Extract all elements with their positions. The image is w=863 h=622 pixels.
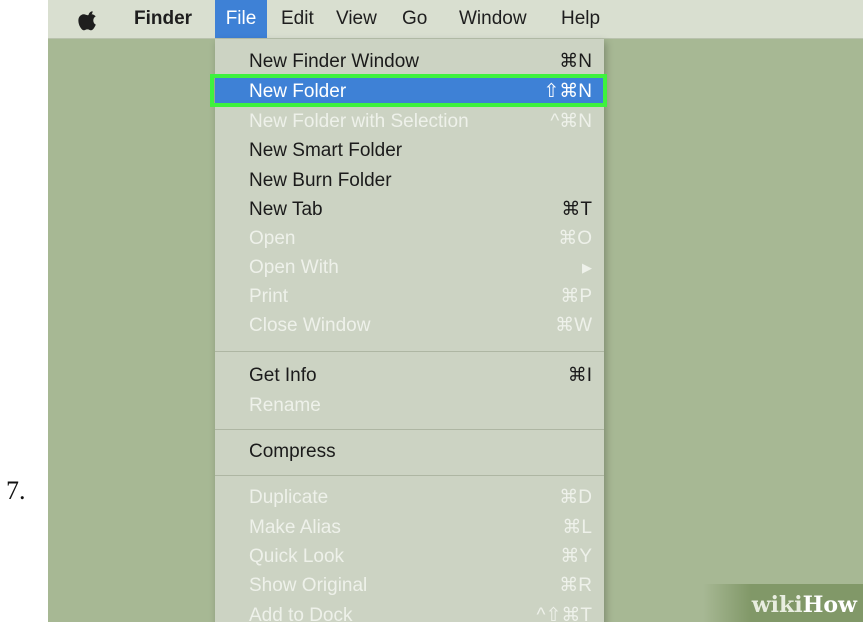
menu-item-label: Close Window — [249, 315, 371, 336]
menu-item-shortcut: ⌘N — [559, 51, 592, 72]
menu-item-duplicate: Duplicate ⌘D — [215, 483, 604, 512]
menu-item-label: New Burn Folder — [249, 170, 392, 191]
menu-item-open-with: Open With ▶ — [215, 253, 604, 282]
menu-item-new-folder-with-selection: New Folder with Selection ^⌘N — [215, 107, 604, 136]
menu-separator — [215, 429, 604, 430]
menu-item-label: New Tab — [249, 199, 323, 220]
menu-item-label: Quick Look — [249, 546, 345, 567]
apple-logo-icon[interactable] — [78, 0, 100, 38]
menu-item-label: Compress — [249, 441, 336, 462]
menu-item-new-folder[interactable]: New Folder ⇧⌘N — [210, 74, 607, 107]
menu-item-shortcut: ⌘P — [560, 286, 592, 307]
menu-item-new-burn-folder[interactable]: New Burn Folder — [215, 166, 604, 195]
menu-item-label: Show Original — [249, 575, 368, 596]
wikihow-watermark: wikiHow — [703, 584, 863, 622]
menu-item-label: New Smart Folder — [249, 140, 403, 161]
menu-item-label: New Finder Window — [249, 51, 419, 72]
watermark-wiki-text: wiki — [751, 592, 803, 618]
menu-bar: Finder File Edit View Go Window Help — [48, 0, 863, 39]
menu-item-label: Rename — [249, 395, 321, 416]
menu-item-print: Print ⌘P — [215, 282, 604, 311]
menu-item-label: Duplicate — [249, 487, 329, 508]
menu-item-shortcut: ⌘Y — [560, 546, 592, 567]
menu-item-shortcut: ^⌘N — [550, 111, 592, 132]
menu-item-label: Make Alias — [249, 517, 341, 538]
menu-item-shortcut: ⌘W — [555, 315, 592, 336]
menu-item-show-original: Show Original ⌘R — [215, 571, 604, 600]
menu-item-shortcut: ⌘I — [567, 365, 592, 386]
submenu-arrow-icon: ▶ — [582, 260, 592, 275]
menu-go[interactable]: Go — [402, 0, 427, 38]
menu-item-shortcut: ^⇧⌘T — [536, 605, 592, 622]
menu-item-make-alias: Make Alias ⌘L — [215, 513, 604, 542]
menu-item-label: Get Info — [249, 365, 317, 386]
file-menu-dropdown: New Finder Window ⌘N New Folder ⇧⌘N New … — [210, 39, 607, 622]
menu-item-shortcut: ⌘T — [561, 199, 592, 220]
menu-file[interactable]: File — [215, 0, 267, 38]
menu-item-compress[interactable]: Compress — [215, 437, 604, 466]
menu-item-close-window: Close Window ⌘W — [215, 311, 604, 340]
mac-desktop: Finder File Edit View Go Window Help New… — [48, 0, 863, 622]
menu-separator — [215, 475, 604, 476]
menu-item-open: Open ⌘O — [215, 224, 604, 253]
menu-item-label: Open With — [249, 257, 339, 278]
menu-help[interactable]: Help — [561, 0, 600, 38]
menu-item-rename: Rename — [215, 391, 604, 420]
menu-item-shortcut: ⌘D — [559, 487, 592, 508]
watermark-how-text: How — [802, 592, 857, 618]
menu-item-label: Print — [249, 286, 289, 307]
menu-item-shortcut: ⌘L — [562, 517, 592, 538]
menu-item-new-tab[interactable]: New Tab ⌘T — [215, 195, 604, 224]
highlight-callout-box — [210, 74, 607, 107]
menu-item-new-smart-folder[interactable]: New Smart Folder — [215, 136, 604, 165]
menu-window[interactable]: Window — [459, 0, 527, 38]
menu-item-shortcut: ⌘O — [558, 228, 592, 249]
menu-item-label: Open — [249, 228, 296, 249]
menu-view[interactable]: View — [336, 0, 377, 38]
menu-item-quick-look: Quick Look ⌘Y — [215, 542, 604, 571]
menu-item-label: New Folder with Selection — [249, 111, 469, 132]
menu-edit[interactable]: Edit — [281, 0, 314, 38]
menu-finder[interactable]: Finder — [134, 0, 192, 38]
step-number: 7. — [6, 476, 26, 505]
menu-item-label: Add to Dock — [249, 605, 353, 622]
menu-item-get-info[interactable]: Get Info ⌘I — [215, 361, 604, 390]
menu-item-add-to-dock: Add to Dock ^⇧⌘T — [215, 601, 604, 622]
menu-item-new-finder-window[interactable]: New Finder Window ⌘N — [215, 47, 604, 76]
menu-separator — [215, 351, 604, 352]
menu-item-shortcut: ⌘R — [559, 575, 592, 596]
